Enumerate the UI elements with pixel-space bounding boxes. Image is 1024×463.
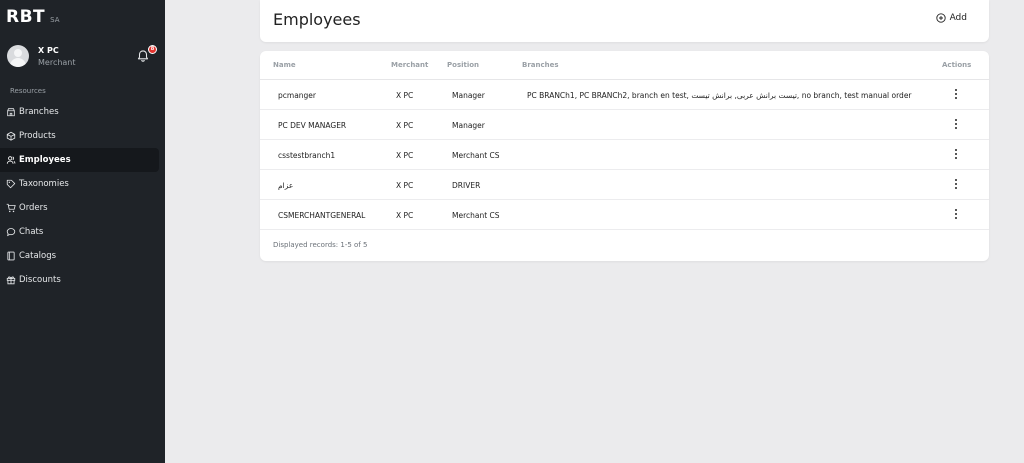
- cell-name: PC DEV MANAGER: [278, 121, 347, 130]
- cell-branches: PC BRANCh1, PC BRANCh2, branch en test, …: [527, 91, 912, 100]
- sidebar-item-label: Products: [19, 131, 56, 141]
- column-header-merchant[interactable]: Merchant: [391, 61, 428, 69]
- column-header-actions: Actions: [942, 61, 972, 69]
- table-header: Name Merchant Position Branches Actions: [260, 51, 989, 80]
- cell-position: Merchant CS: [452, 211, 500, 220]
- cell-name: csstestbranch1: [278, 151, 336, 160]
- notification-badge: 8: [148, 45, 157, 54]
- row-actions-menu-icon[interactable]: [952, 179, 960, 191]
- cell-position: DRIVER: [452, 181, 481, 190]
- cell-merchant: X PC: [396, 211, 414, 220]
- cell-position: Manager: [452, 91, 485, 100]
- table-row[interactable]: pcmanger X PC Manager PC BRANCh1, PC BRA…: [260, 80, 989, 110]
- plus-circle-icon: [935, 13, 946, 23]
- page-title: Employees: [273, 10, 361, 29]
- column-header-name[interactable]: Name: [273, 61, 296, 69]
- column-header-branches[interactable]: Branches: [522, 61, 559, 69]
- brand-name: RBT: [6, 7, 46, 27]
- box-icon: [6, 131, 16, 141]
- cell-position: Manager: [452, 121, 485, 130]
- user-role: Merchant: [38, 58, 76, 67]
- sidebar-item-label: Taxonomies: [19, 179, 69, 189]
- sidebar-item-label: Catalogs: [19, 251, 57, 261]
- sidebar-item-label: Discounts: [19, 275, 61, 285]
- sidebar: RBT SA X PC Merchant 8 Resources Branche…: [0, 0, 165, 463]
- section-label-resources: Resources: [10, 87, 46, 95]
- sidebar-item-employees[interactable]: Employees: [0, 148, 159, 172]
- cell-name: CSMERCHANTGENERAL: [278, 211, 366, 220]
- cart-icon: [6, 203, 16, 213]
- sidebar-item-taxonomies[interactable]: Taxonomies: [0, 172, 159, 196]
- sidebar-item-discounts[interactable]: Discounts: [0, 268, 159, 292]
- sidebar-item-chats[interactable]: Chats: [0, 220, 159, 244]
- row-actions-menu-icon[interactable]: [952, 209, 960, 221]
- user-profile[interactable]: X PC Merchant 8: [7, 45, 157, 69]
- row-actions-menu-icon[interactable]: [952, 119, 960, 131]
- gift-icon: [6, 276, 16, 285]
- sidebar-item-label: Chats: [19, 227, 44, 237]
- add-button-label: Add: [949, 13, 967, 23]
- sidebar-item-orders[interactable]: Orders: [0, 196, 159, 220]
- table-row[interactable]: CSMERCHANTGENERAL X PC Merchant CS: [260, 200, 989, 230]
- sidebar-item-label: Orders: [19, 203, 48, 213]
- employees-table: Name Merchant Position Branches Actions …: [260, 51, 989, 261]
- table-row[interactable]: csstestbranch1 X PC Merchant CS: [260, 140, 989, 170]
- add-button[interactable]: Add: [935, 13, 967, 23]
- row-actions-menu-icon[interactable]: [952, 89, 960, 101]
- user-name: X PC: [38, 46, 59, 55]
- table-row[interactable]: عزام X PC DRIVER: [260, 170, 989, 200]
- row-actions-menu-icon[interactable]: [952, 149, 960, 161]
- users-icon: [6, 156, 16, 164]
- sidebar-item-products[interactable]: Products: [0, 124, 159, 148]
- cell-name: pcmanger: [278, 91, 316, 100]
- sidebar-item-catalogs[interactable]: Catalogs: [0, 244, 159, 268]
- page-header: Employees Add: [260, 0, 989, 42]
- chat-icon: [6, 228, 16, 237]
- cell-merchant: X PC: [396, 181, 414, 190]
- brand[interactable]: RBT SA: [6, 7, 60, 27]
- brand-sub: SA: [50, 16, 60, 24]
- cell-merchant: X PC: [396, 121, 414, 130]
- pagination-summary: Displayed records: 1-5 of 5: [273, 241, 368, 249]
- tag-icon: [6, 179, 16, 189]
- table-row[interactable]: PC DEV MANAGER X PC Manager: [260, 110, 989, 140]
- cell-name: عزام: [278, 181, 294, 190]
- sidebar-item-label: Branches: [19, 107, 59, 117]
- book-icon: [7, 251, 15, 261]
- cell-position: Merchant CS: [452, 151, 500, 160]
- sidebar-item-branches[interactable]: Branches: [0, 100, 159, 124]
- sidebar-item-label: Employees: [19, 155, 71, 165]
- sidebar-nav: Branches Products Employees Taxonomies O…: [0, 100, 165, 292]
- storefront-icon: [7, 108, 15, 117]
- column-header-position[interactable]: Position: [447, 61, 479, 69]
- cell-merchant: X PC: [396, 91, 414, 100]
- cell-merchant: X PC: [396, 151, 414, 160]
- avatar: [7, 45, 29, 67]
